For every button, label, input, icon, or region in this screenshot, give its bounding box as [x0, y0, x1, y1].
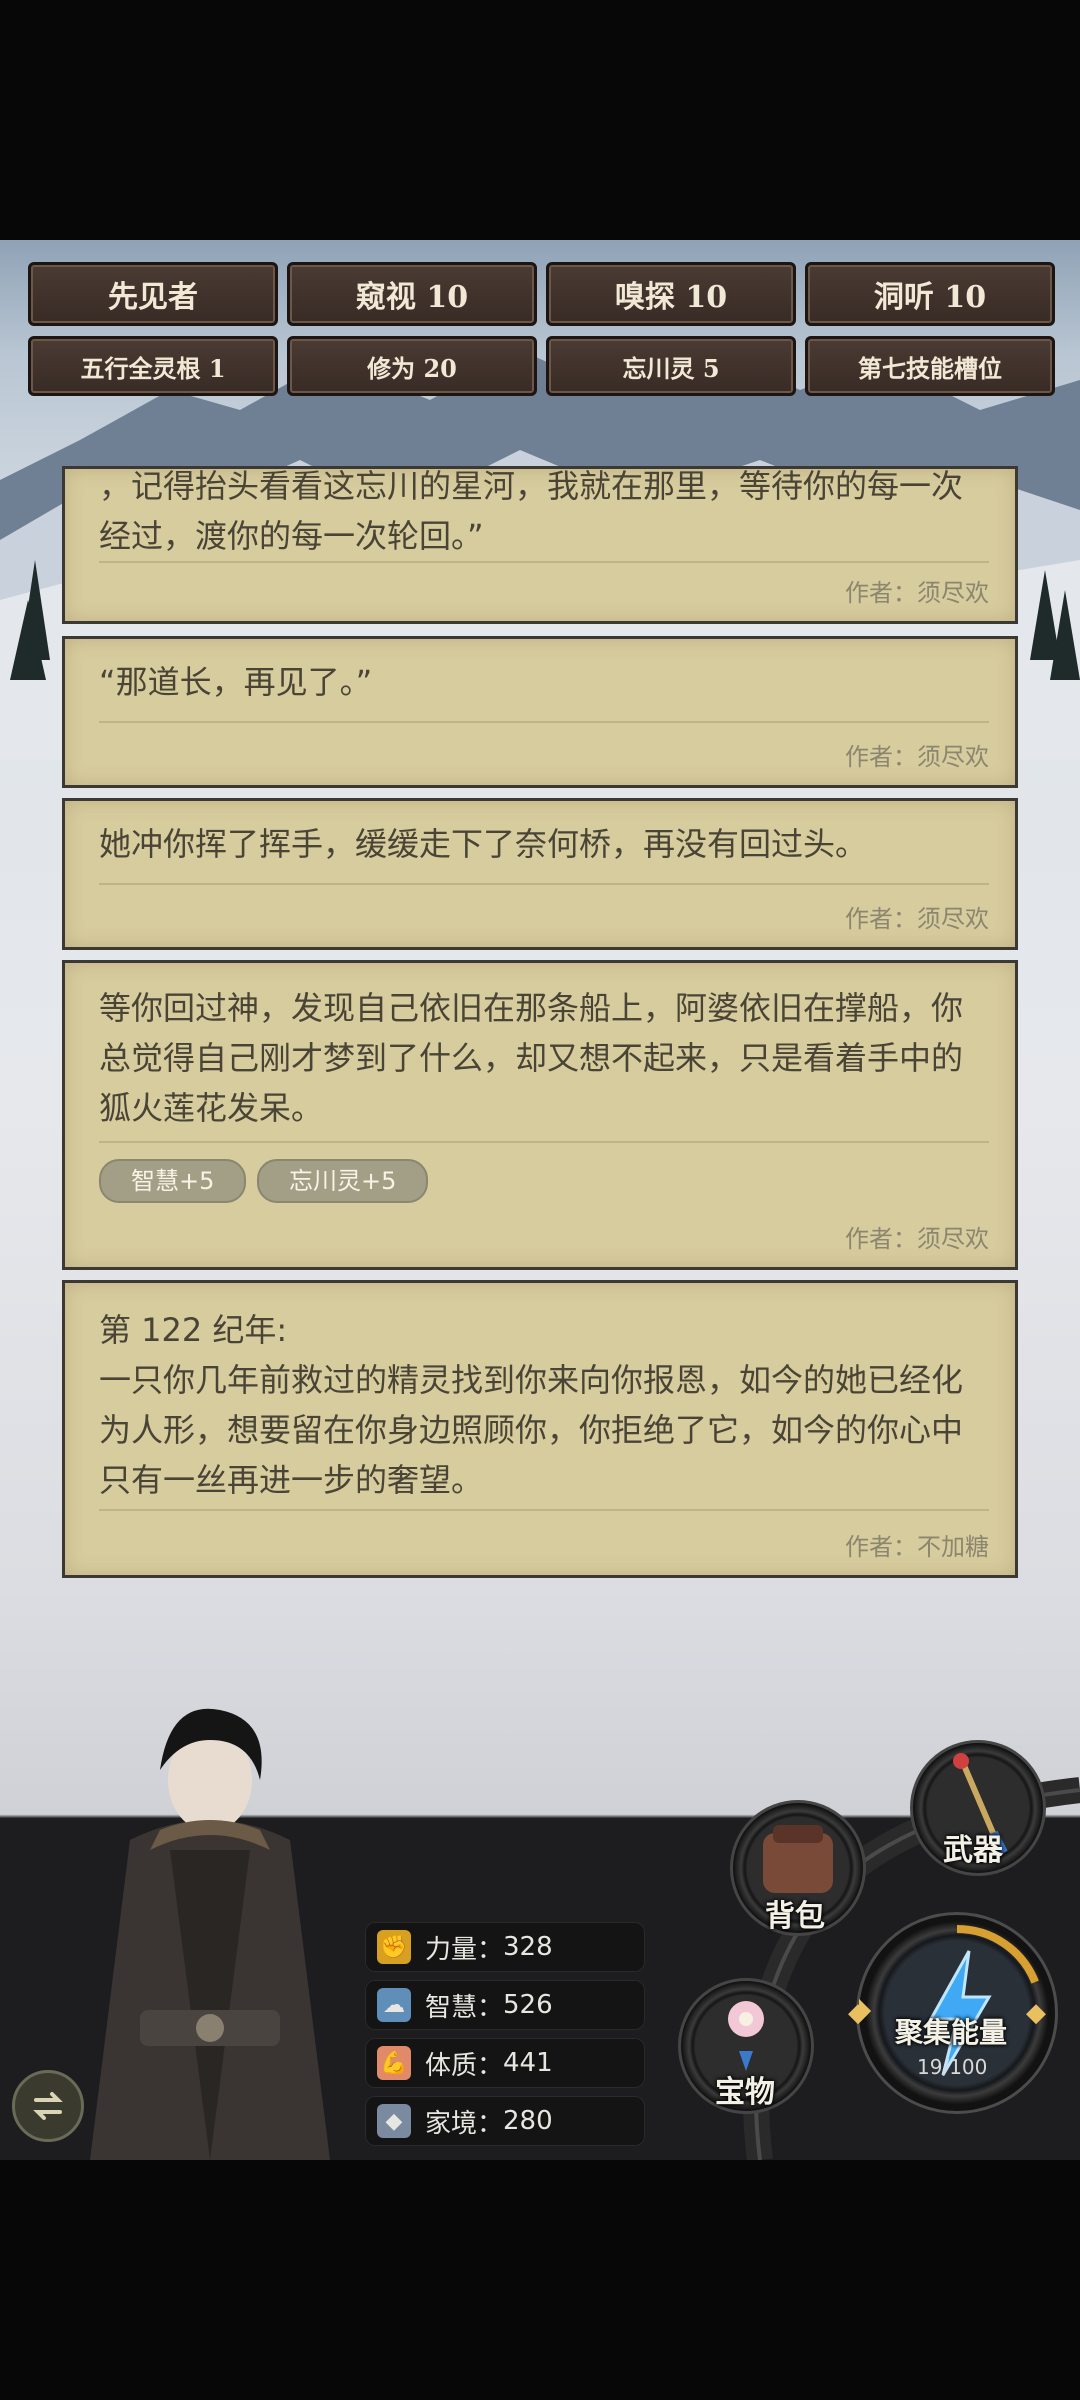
tag-seventh-skill[interactable]: 第七技能槽位: [805, 336, 1055, 396]
bag-button[interactable]: 背包: [730, 1800, 866, 1936]
tag-wangchuan[interactable]: 忘川灵 5: [546, 336, 796, 396]
year-label: 第 122 纪年:: [99, 1311, 288, 1349]
author-label: 作者：须尽欢: [845, 905, 989, 933]
story-text: ，记得抬头看看这忘川的星河，我就在那里，等待你的每一次经过，渡你的每一次轮回。”: [99, 467, 964, 555]
story-card: 等你回过神，发现自己依旧在那条船上，阿婆依旧在撑船，你总觉得自己刚才梦到了什么，…: [62, 960, 1018, 1270]
stat-strength: ✊ 力量： 328: [365, 1922, 645, 1972]
reward-chip: 忘川灵+5: [257, 1159, 429, 1203]
stat-label: 智慧：: [425, 1992, 504, 2023]
treasure-label: 宝物: [715, 2075, 775, 2110]
fist-icon: ✊: [377, 1930, 411, 1964]
stat-value: 526: [503, 1990, 553, 2020]
story-text: “那道长，再见了。”: [99, 663, 373, 701]
author-label: 作者：须尽欢: [845, 579, 989, 607]
stat-wisdom: ☁ 智慧： 526: [365, 1980, 645, 2030]
author-label: 作者：须尽欢: [845, 1225, 989, 1253]
stat-label: 力量：: [425, 1934, 504, 1965]
stat-constitution: 💪 体质： 441: [365, 2038, 645, 2088]
stat-value: 441: [503, 2048, 553, 2078]
author-label: 作者：不加糖: [845, 1533, 989, 1561]
game-scene: 先见者 窥视 10 嗅探 10 洞听 10 五行全灵根 1 修为 20 忘川灵 …: [0, 240, 1080, 2160]
divider: [99, 883, 989, 885]
stat-value: 280: [503, 2106, 553, 2136]
treasure-button[interactable]: 宝物: [678, 1978, 814, 2114]
tag-seer[interactable]: 先见者: [28, 262, 278, 326]
story-card: 她冲你挥了挥手，缓缓走下了奈何桥，再没有回过头。 作者：须尽欢: [62, 798, 1018, 950]
divider: [99, 561, 989, 563]
energy-counter: 19/100: [917, 2055, 988, 2079]
divider: [99, 1141, 989, 1143]
story-text: 一只你几年前救过的精灵找到你来向你报恩，如今的她已经化为人形，想要留在你身边照顾…: [99, 1361, 964, 1499]
reward-chip: 智慧+5: [99, 1159, 247, 1203]
story-text: 她冲你挥了挥手，缓缓走下了奈何桥，再没有回过头。: [99, 825, 868, 863]
bag-label: 背包: [765, 1899, 825, 1934]
weapon-button[interactable]: 武器: [910, 1740, 1046, 1876]
story-card: ，记得抬头看看这忘川的星河，我就在那里，等待你的每一次经过，渡你的每一次轮回。”…: [62, 466, 1018, 624]
brain-icon: ☁: [377, 1988, 411, 2022]
stat-label: 家境：: [425, 2108, 504, 2139]
diamond-right-icon: ◆: [1026, 1998, 1046, 2028]
stat-family: ◆ 家境： 280: [365, 2096, 645, 2146]
gather-label: 聚集能量: [895, 2016, 1008, 2049]
character-portrait: [90, 1708, 330, 2160]
tag-peek[interactable]: 窥视 10: [287, 262, 537, 326]
story-card: “那道长，再见了。” 作者：须尽欢: [62, 636, 1018, 788]
diamond-icon: ◆: [377, 2104, 411, 2138]
divider: [99, 1509, 989, 1511]
tag-cultivation[interactable]: 修为 20: [287, 336, 537, 396]
diamond-left-icon: ◆: [848, 1998, 868, 2028]
tag-sniff[interactable]: 嗅探 10: [546, 262, 796, 326]
tag-listen[interactable]: 洞听 10: [805, 262, 1055, 326]
swap-arrows-icon: [33, 2092, 63, 2120]
story-card: 第 122 纪年: 一只你几年前救过的精灵找到你来向你报恩，如今的她已经化为人形…: [62, 1280, 1018, 1578]
author-label: 作者：须尽欢: [845, 743, 989, 771]
weapon-label: 武器: [943, 1833, 1003, 1868]
stat-label: 体质：: [425, 2050, 504, 2081]
tag-five-elements[interactable]: 五行全灵根 1: [28, 336, 278, 396]
stat-value: 328: [503, 1932, 553, 1962]
swap-button[interactable]: [12, 2070, 84, 2142]
muscle-icon: 💪: [377, 2046, 411, 2080]
divider: [99, 721, 989, 723]
story-text: 等你回过神，发现自己依旧在那条船上，阿婆依旧在撑船，你总觉得自己刚才梦到了什么，…: [99, 989, 964, 1127]
